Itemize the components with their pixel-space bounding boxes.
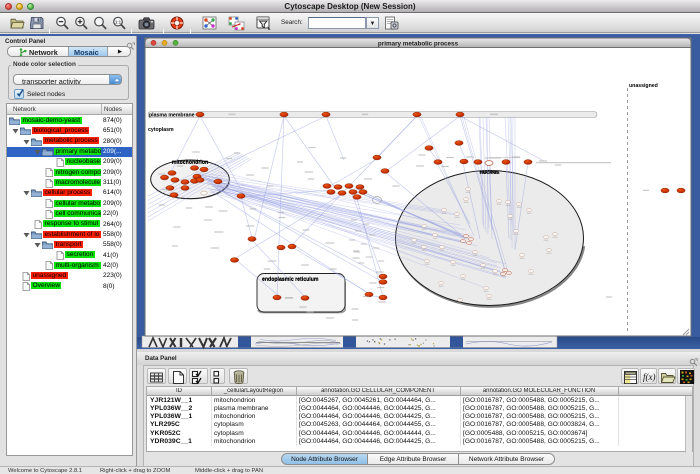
svg-text:f(x): f(x): [643, 372, 656, 382]
svg-text:cytoplasm: cytoplasm: [148, 127, 174, 133]
svg-text:mitochondrion: mitochondrion: [172, 160, 208, 166]
svg-text:endoplasmic reticulum: endoplasmic reticulum: [262, 277, 319, 283]
svg-text:primary metabolic process: primary metabolic process: [378, 40, 459, 47]
svg-text:unassigned: unassigned: [629, 83, 658, 89]
svg-text:plasma membrane: plasma membrane: [149, 112, 195, 118]
svg-text:nucleus: nucleus: [480, 170, 500, 176]
svg-text:1:1: 1:1: [115, 19, 122, 24]
